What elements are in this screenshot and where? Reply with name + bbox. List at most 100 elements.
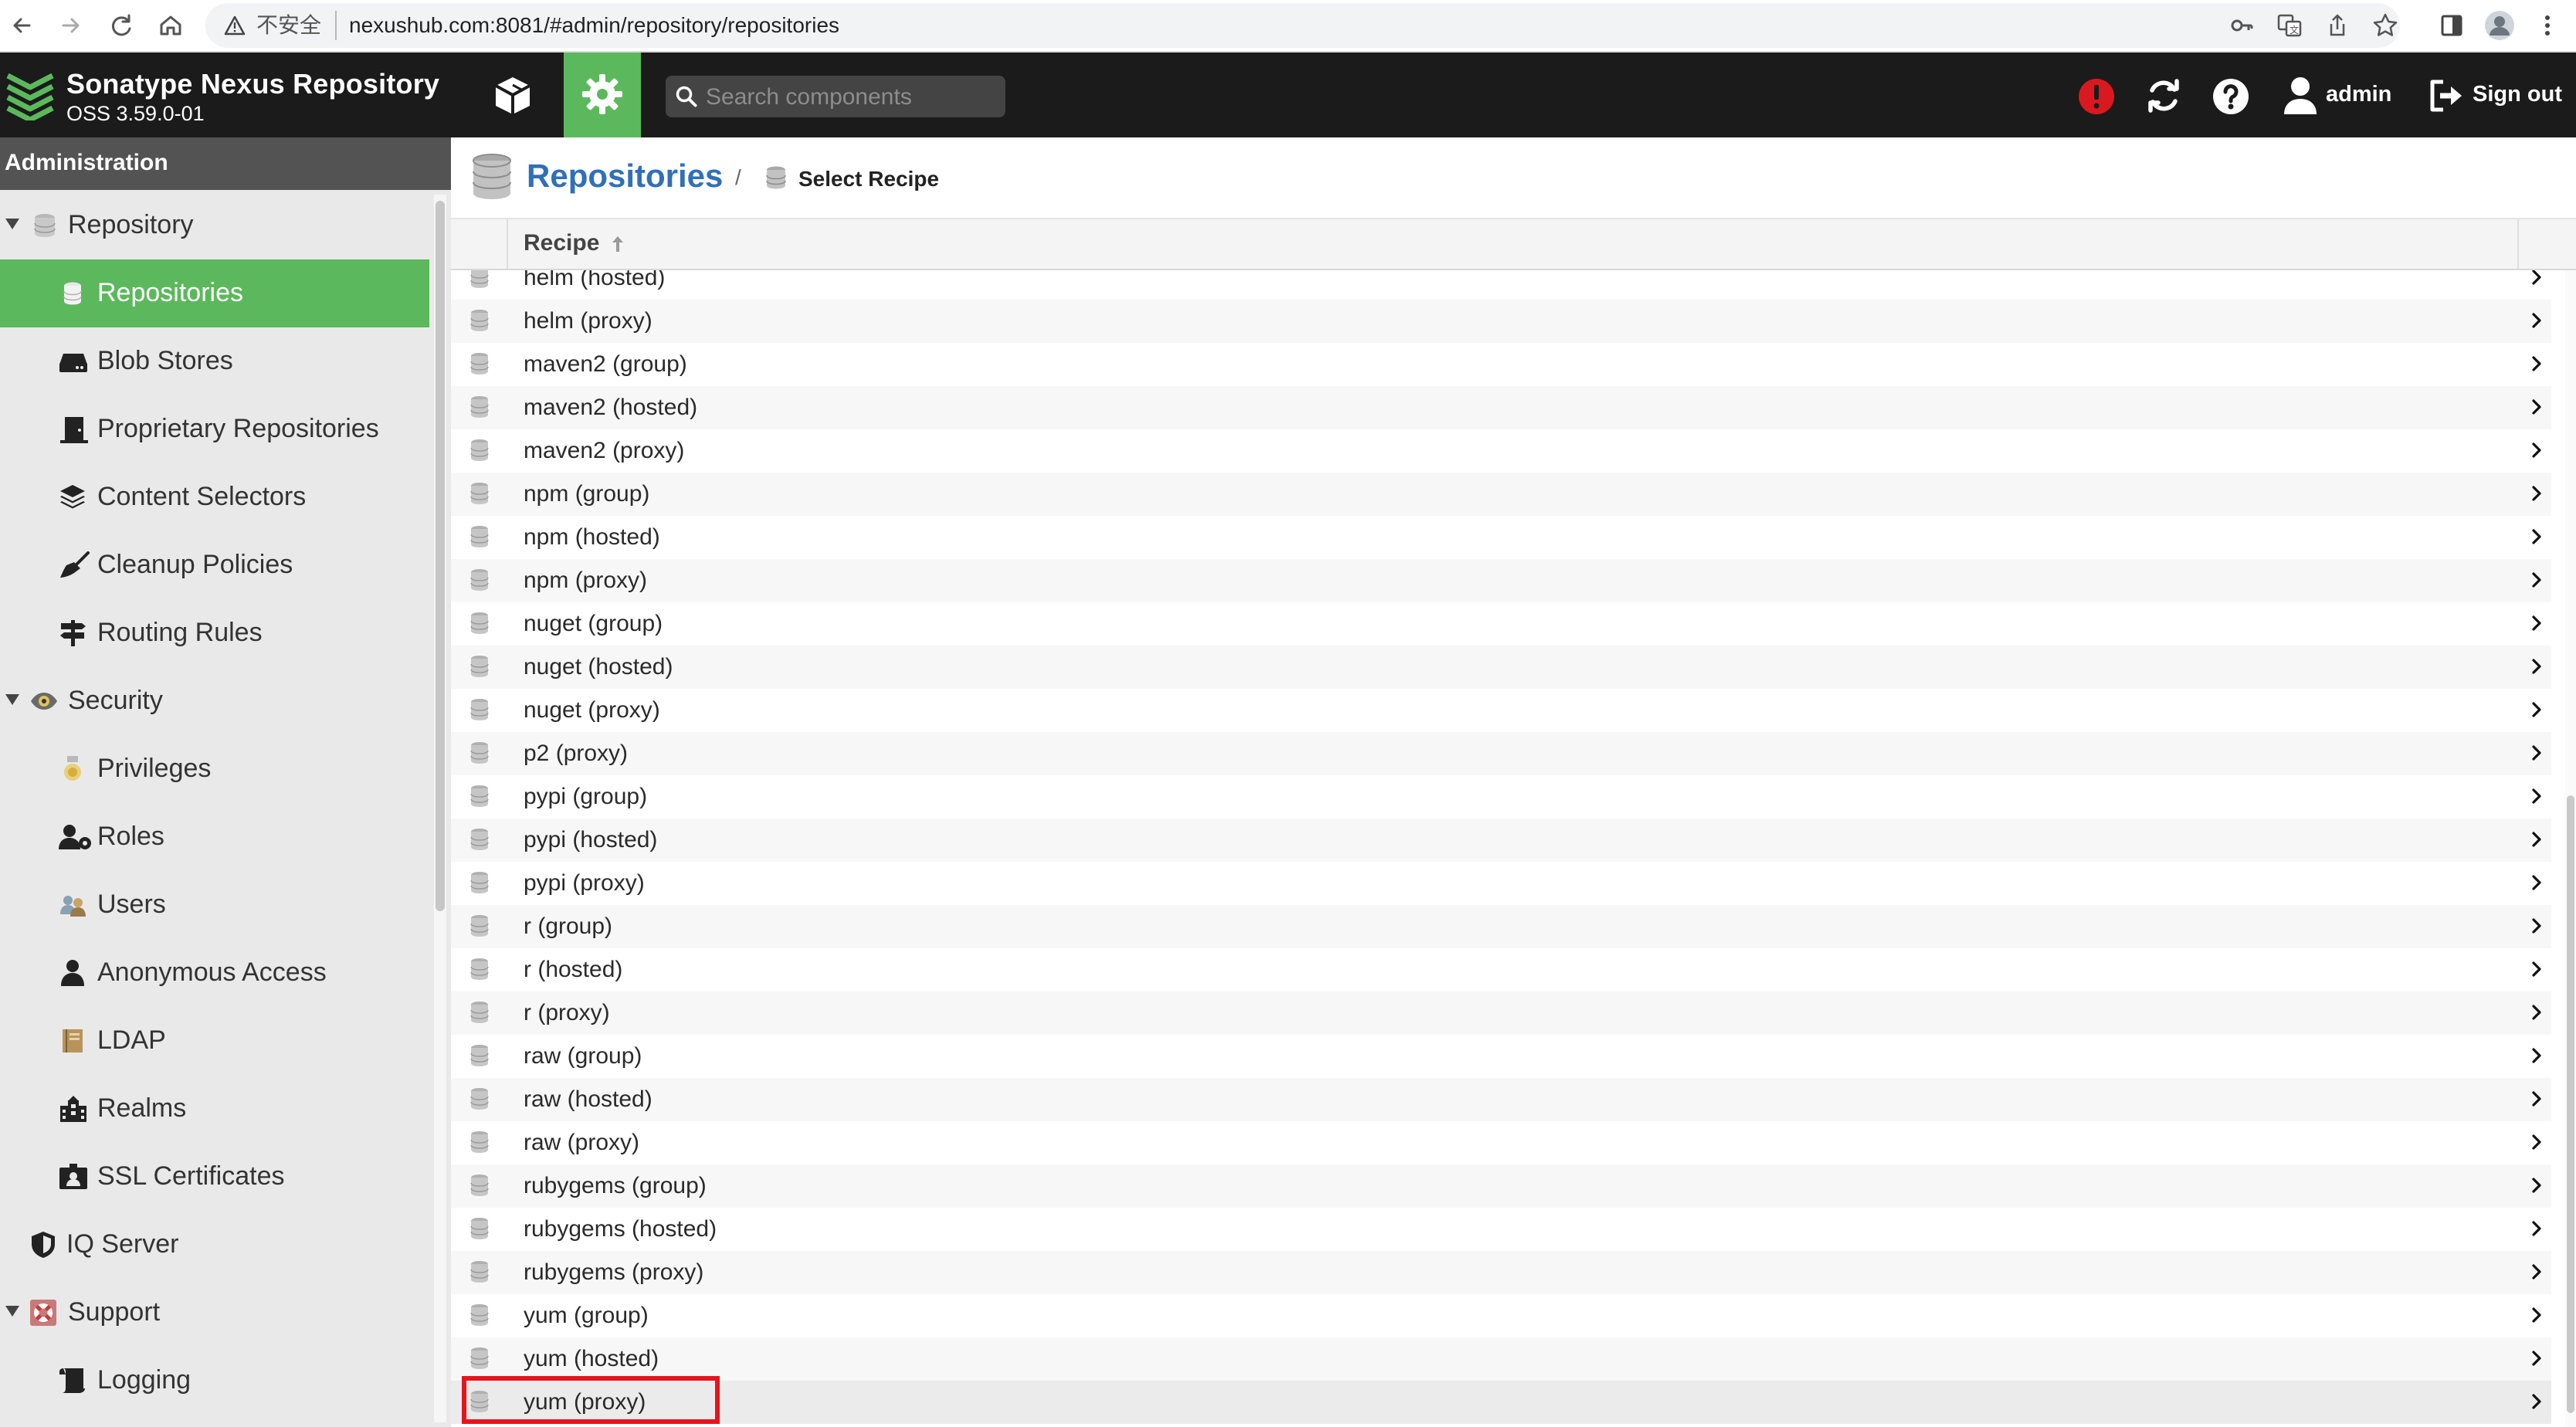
- chevron-right-icon[interactable]: [2531, 658, 2542, 675]
- expand-triangle-icon[interactable]: [5, 1305, 20, 1317]
- recipe-row[interactable]: rubygems (hosted): [451, 1208, 2551, 1251]
- recipe-row[interactable]: pypi (proxy): [451, 862, 2551, 905]
- url-text[interactable]: nexushub.com:8081/#admin/repository/repo…: [349, 11, 839, 40]
- sort-ascending-icon[interactable]: [611, 235, 625, 253]
- bookmark-star-icon[interactable]: [2372, 12, 2398, 39]
- chevron-right-icon[interactable]: [2531, 1220, 2542, 1237]
- user-name[interactable]: admin: [2326, 82, 2391, 107]
- browse-cube-icon[interactable]: [491, 74, 534, 117]
- chevron-right-icon[interactable]: [2531, 701, 2542, 718]
- chevron-right-icon[interactable]: [2531, 788, 2542, 805]
- recipe-row[interactable]: rubygems (proxy): [451, 1251, 2551, 1294]
- sidebar-item-ldap[interactable]: LDAP: [0, 1007, 429, 1075]
- chevron-right-icon[interactable]: [2531, 528, 2542, 545]
- chevron-right-icon[interactable]: [2531, 1307, 2542, 1324]
- recipe-row[interactable]: raw (hosted): [451, 1078, 2551, 1121]
- chevron-right-icon[interactable]: [2531, 485, 2542, 502]
- chevron-right-icon[interactable]: [2531, 831, 2542, 848]
- recipe-row[interactable]: pypi (hosted): [451, 819, 2551, 862]
- sidebar-item-content-selectors[interactable]: Content Selectors: [0, 463, 429, 531]
- recipe-row[interactable]: nuget (proxy): [451, 689, 2551, 732]
- expand-triangle-icon[interactable]: [5, 693, 20, 706]
- key-icon[interactable]: [2229, 12, 2255, 39]
- chevron-right-icon[interactable]: [2531, 398, 2542, 415]
- sidebar-item-realms[interactable]: Realms: [0, 1075, 429, 1143]
- sidebar-item-blob-stores[interactable]: Blob Stores: [0, 327, 429, 395]
- sidebar-item-roles[interactable]: Roles: [0, 803, 429, 871]
- chevron-right-icon[interactable]: [2531, 1134, 2542, 1151]
- sign-out-label[interactable]: Sign out: [2473, 82, 2562, 107]
- sidebar-item-users[interactable]: Users: [0, 871, 429, 939]
- expand-triangle-icon[interactable]: [5, 218, 20, 230]
- sidebar-group-repository[interactable]: Repository: [0, 192, 429, 259]
- recipe-row[interactable]: npm (hosted): [451, 516, 2551, 559]
- chevron-right-icon[interactable]: [2531, 355, 2542, 372]
- chevron-right-icon[interactable]: [2531, 1393, 2542, 1410]
- recipe-row[interactable]: maven2 (group): [451, 343, 2551, 386]
- recipe-row[interactable]: rubygems (group): [451, 1164, 2551, 1208]
- chevron-right-icon[interactable]: [2531, 615, 2542, 632]
- reload-icon[interactable]: [105, 9, 137, 42]
- recipe-row[interactable]: helm (hosted): [451, 270, 2551, 300]
- chevron-right-icon[interactable]: [2531, 571, 2542, 588]
- recipe-row[interactable]: r (group): [451, 905, 2551, 948]
- chevron-right-icon[interactable]: [2531, 1047, 2542, 1064]
- sidebar-item-proprietary-repositories[interactable]: Proprietary Repositories: [0, 395, 429, 463]
- recipe-row[interactable]: pypi (group): [451, 775, 2551, 819]
- recipe-column-header[interactable]: Recipe: [524, 230, 625, 256]
- sonatype-logo-icon[interactable]: [5, 69, 56, 120]
- sign-out-icon[interactable]: [2428, 79, 2465, 113]
- chevron-right-icon[interactable]: [2531, 1004, 2542, 1021]
- chevron-right-icon[interactable]: [2531, 917, 2542, 934]
- refresh-icon[interactable]: [2144, 76, 2184, 116]
- recipe-row[interactable]: yum (group): [451, 1294, 2551, 1337]
- chevron-right-icon[interactable]: [2531, 1177, 2542, 1194]
- recipe-row[interactable]: nuget (group): [451, 602, 2551, 646]
- share-icon[interactable]: [2324, 12, 2351, 39]
- home-icon[interactable]: [154, 9, 187, 42]
- sidebar-item-cleanup-policies[interactable]: Cleanup Policies: [0, 531, 429, 599]
- grid-scrollbar-thumb[interactable]: [2567, 795, 2574, 1413]
- forward-arrow-icon[interactable]: [54, 9, 86, 42]
- chevron-right-icon[interactable]: [2531, 312, 2542, 329]
- chevron-right-icon[interactable]: [2531, 1090, 2542, 1107]
- sidebar-scrollbar[interactable]: [434, 195, 446, 1422]
- kebab-menu-icon[interactable]: [2531, 9, 2564, 42]
- sidebar-group-security[interactable]: Security: [0, 667, 429, 735]
- recipe-row[interactable]: p2 (proxy): [451, 732, 2551, 775]
- app-title[interactable]: Sonatype Nexus Repository: [66, 68, 439, 100]
- sidebar-item-privileges[interactable]: Privileges: [0, 735, 429, 803]
- profile-avatar-icon[interactable]: [2483, 9, 2516, 42]
- sidebar-scrollbar-thumb[interactable]: [436, 201, 445, 911]
- back-arrow-icon[interactable]: [6, 9, 39, 42]
- recipe-row[interactable]: helm (proxy): [451, 300, 2551, 343]
- breadcrumb-repositories-link[interactable]: Repositories: [527, 158, 723, 195]
- sidebar-item-anonymous-access[interactable]: Anonymous Access: [0, 939, 429, 1007]
- recipe-row[interactable]: maven2 (hosted): [451, 386, 2551, 429]
- security-label[interactable]: 不安全: [256, 11, 337, 40]
- search-input[interactable]: [704, 76, 993, 119]
- sidebar-item-repositories[interactable]: Repositories: [0, 259, 429, 327]
- sidebar-item-routing-rules[interactable]: Routing Rules: [0, 599, 429, 667]
- side-panel-icon[interactable]: [2435, 9, 2468, 42]
- chevron-right-icon[interactable]: [2531, 1263, 2542, 1280]
- recipe-row[interactable]: raw (group): [451, 1035, 2551, 1078]
- recipe-row[interactable]: npm (proxy): [451, 559, 2551, 602]
- chevron-right-icon[interactable]: [2531, 442, 2542, 459]
- chevron-right-icon[interactable]: [2531, 744, 2542, 761]
- recipe-row[interactable]: maven2 (proxy): [451, 429, 2551, 473]
- chevron-right-icon[interactable]: [2531, 961, 2542, 978]
- recipe-row[interactable]: yum (proxy): [451, 1381, 2551, 1424]
- search-box[interactable]: [666, 76, 1005, 119]
- recipe-row[interactable]: r (hosted): [451, 948, 2551, 991]
- translate-icon[interactable]: 文: [2276, 12, 2303, 39]
- recipe-row[interactable]: r (proxy): [451, 991, 2551, 1035]
- administration-tab[interactable]: [564, 53, 641, 137]
- sidebar-group-support[interactable]: Support: [0, 1279, 429, 1347]
- alert-icon[interactable]: [2077, 77, 2116, 116]
- recipe-row[interactable]: npm (group): [451, 473, 2551, 516]
- grid-scrollbar[interactable]: [2565, 270, 2576, 1427]
- help-icon[interactable]: [2212, 77, 2250, 116]
- address-bar[interactable]: 不安全 nexushub.com:8081/#admin/repository/…: [205, 3, 2400, 48]
- recipe-row[interactable]: nuget (hosted): [451, 646, 2551, 689]
